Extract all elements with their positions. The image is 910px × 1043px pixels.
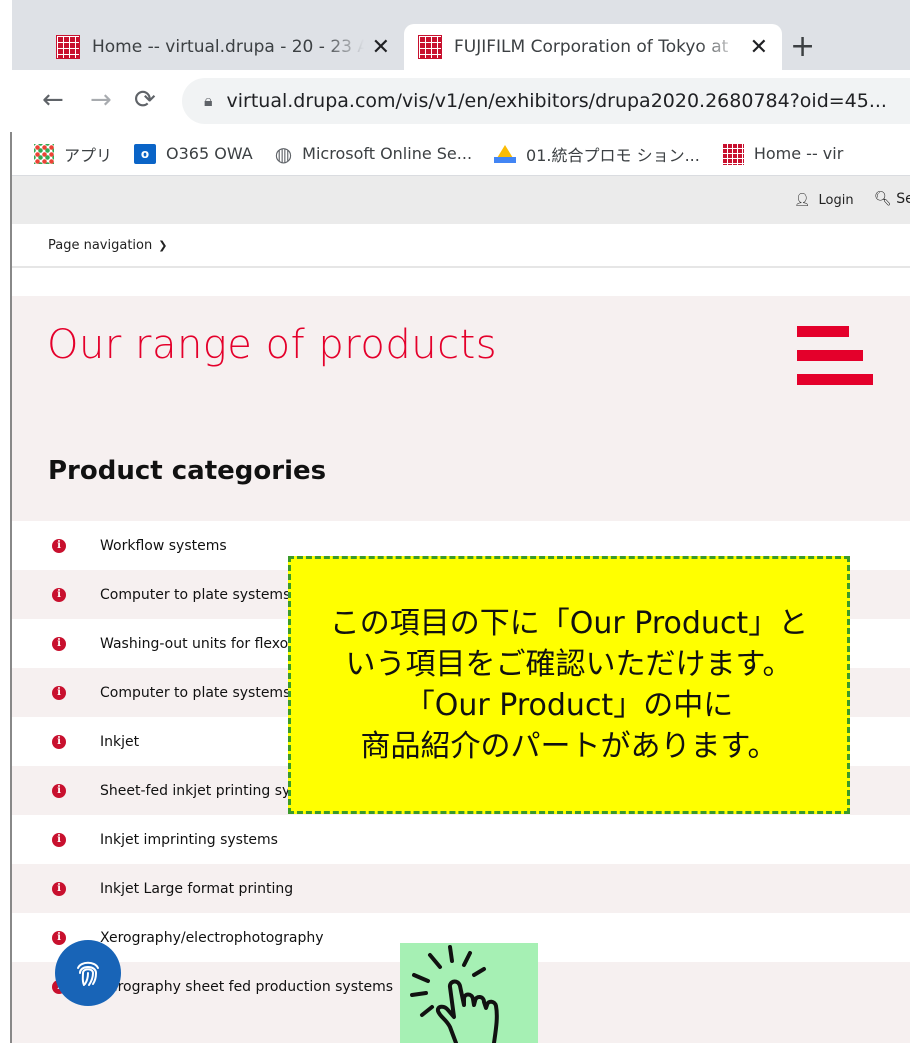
category-label: Computer to plate systems — [100, 586, 291, 603]
callout-line: いう項目をご確認いただけます。 — [345, 647, 793, 682]
browser-tab-strip: Home -- virtual.drupa - 20 - 23 A ✕ FUJI… — [12, 0, 910, 70]
url-text: virtual.drupa.com/vis/v1/en/exhibitors/d… — [226, 90, 887, 112]
login-label: Login — [818, 193, 854, 208]
bookmark-label: アプリ — [64, 145, 113, 165]
hamburger-menu-icon[interactable] — [797, 326, 873, 386]
address-bar[interactable]: 🔒︎ virtual.drupa.com/vis/v1/en/exhibitor… — [182, 78, 910, 124]
drupa-favicon-icon — [418, 35, 442, 59]
google-drive-icon — [494, 144, 517, 163]
category-label: Xerography sheet fed production systems — [100, 978, 394, 995]
lock-icon: 🔒︎ — [204, 91, 213, 110]
bookmark-label: O365 OWA — [166, 144, 253, 163]
search-icon: 🔍︎ — [874, 191, 892, 207]
category-label: Xerography/electrophotography — [100, 929, 324, 946]
browser-toolbar: ← → ⟳ 🔒︎ virtual.drupa.com/vis/v1/en/exh… — [12, 70, 910, 132]
annotation-callout: この項目の下に「Our Product」と いう項目をご確認いただけます。 「O… — [288, 556, 850, 814]
callout-line: この項目の下に「Our Product」と — [329, 606, 809, 641]
category-label: Computer to plate systems — [100, 684, 291, 701]
category-label: Washing-out units for flexog — [100, 635, 298, 652]
reload-icon[interactable]: ⟳ — [134, 86, 156, 114]
info-icon: i — [52, 587, 66, 602]
info-icon: i — [52, 734, 66, 749]
bookmarks-bar: アプリ o O365 OWA ◍ Microsoft Online Se... … — [12, 132, 910, 176]
tab-fujifilm[interactable]: FUJIFILM Corporation of Tokyo at ✕ — [404, 24, 782, 70]
search-label: Se — [896, 191, 910, 207]
category-label: Sheet-fed inkjet printing sy — [100, 782, 291, 799]
callout-line: 「Our Product」の中に — [404, 688, 734, 723]
list-item[interactable]: i Inkjet Large format printing — [12, 864, 910, 913]
section-title: Product categories — [48, 456, 327, 486]
chevron-down-icon: ❯ — [158, 238, 168, 252]
close-icon[interactable]: ✕ — [372, 35, 390, 60]
apps-icon — [34, 143, 54, 164]
bookmark-home-drupa[interactable]: Home -- vir — [721, 142, 844, 165]
back-arrow-icon[interactable]: ← — [42, 86, 64, 114]
tab-home-virtual-drupa[interactable]: Home -- virtual.drupa - 20 - 23 A ✕ — [42, 24, 404, 70]
tab-title: Home -- virtual.drupa - 20 - 23 A — [92, 37, 364, 57]
bookmark-label: Microsoft Online Se... — [302, 144, 473, 163]
category-label: Inkjet Large format printing — [100, 880, 294, 897]
callout-line: 商品紹介のパートがあります。 — [360, 729, 778, 764]
category-label: Workflow systems — [100, 537, 227, 554]
close-icon[interactable]: ✕ — [750, 35, 768, 60]
info-icon: i — [52, 832, 66, 847]
bookmark-microsoft-online[interactable]: ◍ Microsoft Online Se... — [275, 142, 472, 166]
bookmark-apps[interactable]: アプリ — [34, 142, 112, 166]
page-navigation-label: Page navigation — [48, 237, 153, 253]
bookmark-label: Home -- vir — [753, 144, 844, 163]
new-tab-plus-icon[interactable]: + — [790, 32, 815, 62]
outlook-icon: o — [134, 143, 157, 164]
category-label: Inkjet — [100, 733, 140, 750]
info-icon: i — [52, 881, 66, 896]
bookmark-o365-owa[interactable]: o O365 OWA — [134, 143, 253, 164]
bookmark-promotion[interactable]: 01.統合プロモ ション... — [494, 142, 700, 166]
site-top-bar: 👤︎ Login 🔍︎ Se — [12, 176, 910, 224]
forward-arrow-icon[interactable]: → — [90, 86, 112, 114]
user-icon: 👤︎ — [794, 193, 811, 208]
page-navigation-toggle[interactable]: Page navigation ❯ — [12, 224, 910, 268]
tap-gesture-box — [400, 943, 538, 1043]
search-link[interactable]: 🔍︎ Se — [874, 191, 910, 207]
info-icon: i — [52, 930, 66, 945]
info-icon: i — [52, 636, 66, 651]
page-title: Our range of products — [47, 322, 498, 368]
globe-icon: ◍ — [274, 141, 293, 166]
tab-title: FUJIFILM Corporation of Tokyo at — [454, 37, 729, 57]
bookmark-label: 01.統合プロモ ション... — [526, 145, 700, 165]
login-link[interactable]: 👤︎ Login — [794, 193, 854, 208]
fingerprint-button[interactable] — [55, 940, 121, 1006]
info-icon: i — [52, 783, 66, 798]
info-icon: i — [52, 685, 66, 700]
drupa-favicon-icon — [721, 142, 744, 165]
info-icon: i — [52, 538, 66, 553]
list-item[interactable]: i Inkjet imprinting systems — [12, 815, 910, 864]
drupa-favicon-icon — [56, 35, 80, 59]
category-label: Inkjet imprinting systems — [100, 831, 278, 848]
fingerprint-icon — [77, 961, 99, 986]
tap-hand-icon — [410, 945, 499, 1043]
